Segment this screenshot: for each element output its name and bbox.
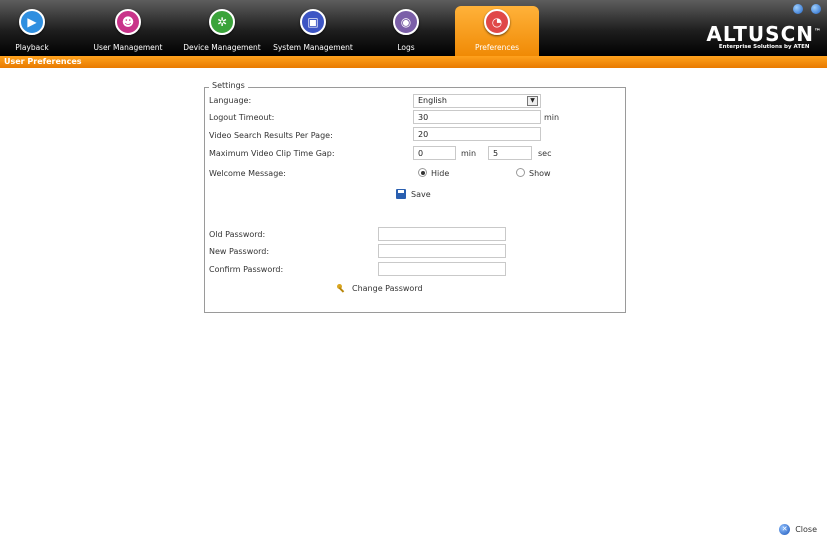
key-icon (336, 283, 347, 294)
close-button[interactable]: ✕ Close (779, 524, 817, 535)
language-label: Language: (209, 96, 252, 105)
tab-logs[interactable]: ◉ Logs (386, 6, 426, 56)
tab-user-management[interactable]: ☻ User Management (88, 6, 168, 56)
welcome-hide-radio[interactable] (418, 168, 427, 177)
tab-preferences[interactable]: ◔ Preferences (455, 6, 539, 56)
language-select[interactable]: English ▼ (413, 94, 541, 108)
confirm-password-label: Confirm Password: (209, 265, 284, 274)
users-icon: ☻ (115, 9, 141, 35)
preferences-icon: ◔ (484, 9, 510, 35)
close-icon: ✕ (779, 524, 791, 535)
tab-logs-label: Logs (397, 43, 415, 52)
clip-gap-sec-input[interactable] (488, 146, 532, 160)
welcome-show-radio[interactable] (516, 168, 525, 177)
tab-device-management-label: Device Management (183, 43, 261, 52)
video-search-input[interactable] (413, 127, 541, 141)
change-password-button[interactable]: Change Password (336, 283, 423, 294)
tab-user-management-label: User Management (93, 43, 163, 52)
logout-timeout-input[interactable] (413, 110, 541, 124)
close-button-label: Close (795, 525, 817, 534)
tab-system-management-label: System Management (273, 43, 353, 52)
device-icon: ✲ (209, 9, 235, 35)
monitor-icon: ▣ (300, 9, 326, 35)
welcome-hide-label: Hide (431, 169, 450, 178)
clip-gap-min-unit: min (461, 149, 477, 158)
old-password-label: Old Password: (209, 230, 266, 239)
save-button-label: Save (411, 189, 431, 199)
tab-system-management[interactable]: ▣ System Management (270, 6, 356, 56)
chevron-down-icon[interactable]: ▼ (527, 96, 538, 106)
change-password-label: Change Password (352, 284, 423, 293)
new-password-label: New Password: (209, 247, 270, 256)
video-search-label: Video Search Results Per Page: (209, 131, 333, 140)
welcome-message-label: Welcome Message: (209, 169, 286, 178)
clip-gap-min-input[interactable] (413, 146, 456, 160)
logout-timeout-label: Logout Timeout: (209, 113, 275, 122)
max-clip-gap-label: Maximum Video Clip Time Gap: (209, 149, 335, 158)
tab-playback[interactable]: ▶ Playback (10, 6, 54, 56)
brand-logo: ALTUSCN™ Enterprise Solutions by ATEN (706, 22, 822, 50)
logs-icon: ◉ (393, 9, 419, 35)
language-value: English (418, 96, 447, 105)
logout-timeout-unit: min (544, 113, 560, 122)
new-password-input[interactable] (378, 244, 506, 258)
play-icon: ▶ (19, 9, 45, 35)
save-button[interactable]: Save (396, 189, 431, 199)
tab-playback-label: Playback (15, 43, 49, 52)
settings-legend: Settings (209, 81, 248, 90)
help-icon[interactable] (793, 4, 803, 14)
brand-trademark: ™ (814, 27, 822, 36)
save-icon (396, 189, 406, 199)
tab-preferences-label: Preferences (474, 43, 520, 52)
brand-name: ALTUSCN (706, 22, 814, 46)
old-password-input[interactable] (378, 227, 506, 241)
welcome-show-label: Show (529, 169, 551, 178)
sound-icon[interactable] (811, 4, 821, 14)
confirm-password-input[interactable] (378, 262, 506, 276)
section-header: User Preferences (0, 56, 827, 68)
tab-device-management[interactable]: ✲ Device Management (180, 6, 264, 56)
clip-gap-sec-unit: sec (538, 149, 552, 158)
brand-tagline: Enterprise Solutions by ATEN (718, 44, 810, 50)
top-navigation-bar: ▶ Playback ☻ User Management ✲ Device Ma… (0, 0, 827, 56)
